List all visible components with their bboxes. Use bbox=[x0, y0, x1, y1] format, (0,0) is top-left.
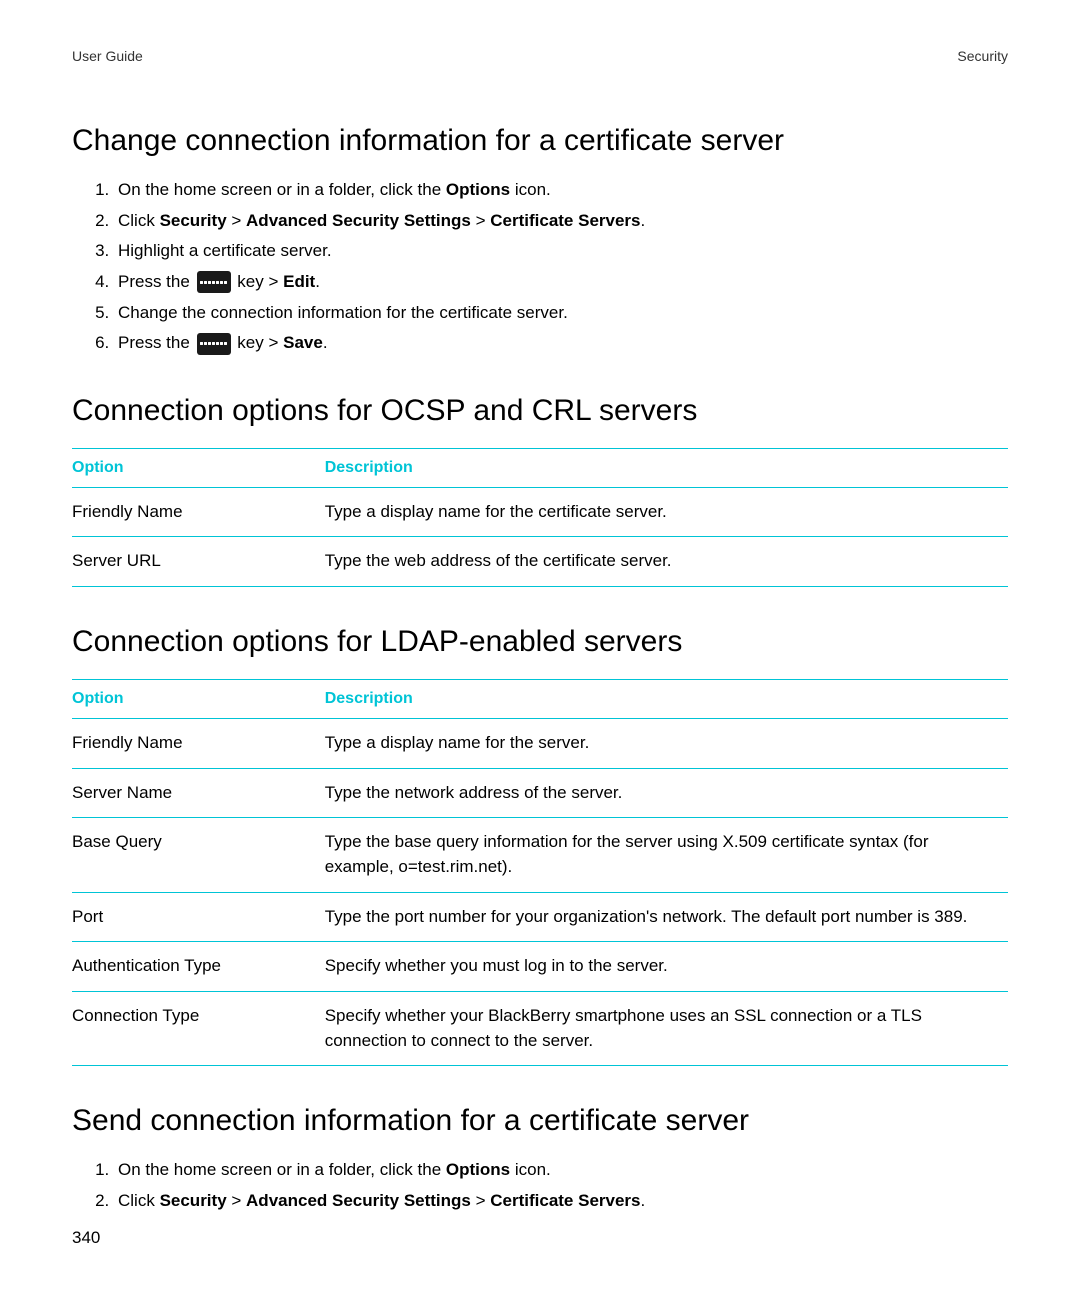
heading-change: Change connection information for a cert… bbox=[72, 124, 1008, 158]
table-row: Authentication TypeSpecify whether you m… bbox=[72, 942, 1008, 992]
cell-description: Specify whether you must log in to the s… bbox=[325, 942, 1008, 992]
text: key > bbox=[233, 272, 284, 291]
text: key > bbox=[233, 333, 284, 352]
col-description: Description bbox=[325, 448, 1008, 487]
bold: Save bbox=[283, 333, 323, 352]
text: > bbox=[471, 211, 490, 230]
text: Click bbox=[118, 1191, 160, 1210]
bold: Options bbox=[446, 1160, 510, 1179]
text: . bbox=[323, 333, 328, 352]
text: > bbox=[227, 1191, 246, 1210]
step: Click Security > Advanced Security Setti… bbox=[114, 1189, 1008, 1214]
heading-send: Send connection information for a certif… bbox=[72, 1104, 1008, 1138]
step: Change the connection information for th… bbox=[114, 301, 1008, 326]
step: Highlight a certificate server. bbox=[114, 239, 1008, 264]
step: On the home screen or in a folder, click… bbox=[114, 1158, 1008, 1183]
text: . bbox=[641, 211, 646, 230]
running-header: User Guide Security bbox=[72, 48, 1008, 64]
step: Click Security > Advanced Security Setti… bbox=[114, 209, 1008, 234]
steps-send: On the home screen or in a folder, click… bbox=[72, 1158, 1008, 1213]
bold: Edit bbox=[283, 272, 315, 291]
cell-option: Server URL bbox=[72, 537, 325, 587]
text: > bbox=[471, 1191, 490, 1210]
bold: Advanced Security Settings bbox=[246, 1191, 471, 1210]
table-row: PortType the port number for your organi… bbox=[72, 892, 1008, 942]
text: Press the bbox=[118, 272, 195, 291]
step: On the home screen or in a folder, click… bbox=[114, 178, 1008, 203]
step: Press the key > Save. bbox=[114, 331, 1008, 356]
table-row: Server NameType the network address of t… bbox=[72, 768, 1008, 818]
page: User Guide Security Change connection in… bbox=[0, 0, 1080, 1296]
tbody-ocsp: Friendly NameType a display name for the… bbox=[72, 487, 1008, 586]
cell-option: Friendly Name bbox=[72, 719, 325, 769]
table-ldap: Option Description Friendly NameType a d… bbox=[72, 679, 1008, 1066]
text: . bbox=[315, 272, 320, 291]
cell-description: Type the port number for your organizati… bbox=[325, 892, 1008, 942]
table-row: Server URLType the web address of the ce… bbox=[72, 537, 1008, 587]
table-row: Base QueryType the base query informatio… bbox=[72, 818, 1008, 892]
tbody-ldap: Friendly NameType a display name for the… bbox=[72, 719, 1008, 1066]
text: icon. bbox=[510, 1160, 551, 1179]
bold: Certificate Servers bbox=[490, 1191, 640, 1210]
header-left: User Guide bbox=[72, 48, 143, 64]
text: Press the bbox=[118, 333, 195, 352]
steps-change: On the home screen or in a folder, click… bbox=[72, 178, 1008, 356]
table-row: Connection TypeSpecify whether your Blac… bbox=[72, 991, 1008, 1065]
bold: Security bbox=[160, 1191, 227, 1210]
table-row: Friendly NameType a display name for the… bbox=[72, 719, 1008, 769]
text: On the home screen or in a folder, click… bbox=[118, 1160, 446, 1179]
cell-option: Friendly Name bbox=[72, 487, 325, 537]
col-option: Option bbox=[72, 680, 325, 719]
cell-option: Connection Type bbox=[72, 991, 325, 1065]
cell-description: Type the network address of the server. bbox=[325, 768, 1008, 818]
table-ocsp: Option Description Friendly NameType a d… bbox=[72, 448, 1008, 587]
text: On the home screen or in a folder, click… bbox=[118, 180, 446, 199]
col-option: Option bbox=[72, 448, 325, 487]
cell-description: Type the base query information for the … bbox=[325, 818, 1008, 892]
text: Click bbox=[118, 211, 160, 230]
menu-key-icon bbox=[197, 333, 231, 355]
cell-option: Server Name bbox=[72, 768, 325, 818]
bold: Advanced Security Settings bbox=[246, 211, 471, 230]
menu-key-icon bbox=[197, 271, 231, 293]
cell-description: Type a display name for the certificate … bbox=[325, 487, 1008, 537]
col-description: Description bbox=[325, 680, 1008, 719]
cell-description: Specify whether your BlackBerry smartpho… bbox=[325, 991, 1008, 1065]
step: Press the key > Edit. bbox=[114, 270, 1008, 295]
cell-description: Type the web address of the certificate … bbox=[325, 537, 1008, 587]
cell-option: Port bbox=[72, 892, 325, 942]
heading-ocsp: Connection options for OCSP and CRL serv… bbox=[72, 394, 1008, 428]
text: > bbox=[227, 211, 246, 230]
page-number: 340 bbox=[72, 1228, 100, 1248]
text: icon. bbox=[510, 180, 551, 199]
cell-description: Type a display name for the server. bbox=[325, 719, 1008, 769]
header-right: Security bbox=[957, 48, 1008, 64]
table-row: Friendly NameType a display name for the… bbox=[72, 487, 1008, 537]
cell-option: Base Query bbox=[72, 818, 325, 892]
text: . bbox=[641, 1191, 646, 1210]
cell-option: Authentication Type bbox=[72, 942, 325, 992]
bold: Options bbox=[446, 180, 510, 199]
heading-ldap: Connection options for LDAP-enabled serv… bbox=[72, 625, 1008, 659]
bold: Certificate Servers bbox=[490, 211, 640, 230]
bold: Security bbox=[160, 211, 227, 230]
